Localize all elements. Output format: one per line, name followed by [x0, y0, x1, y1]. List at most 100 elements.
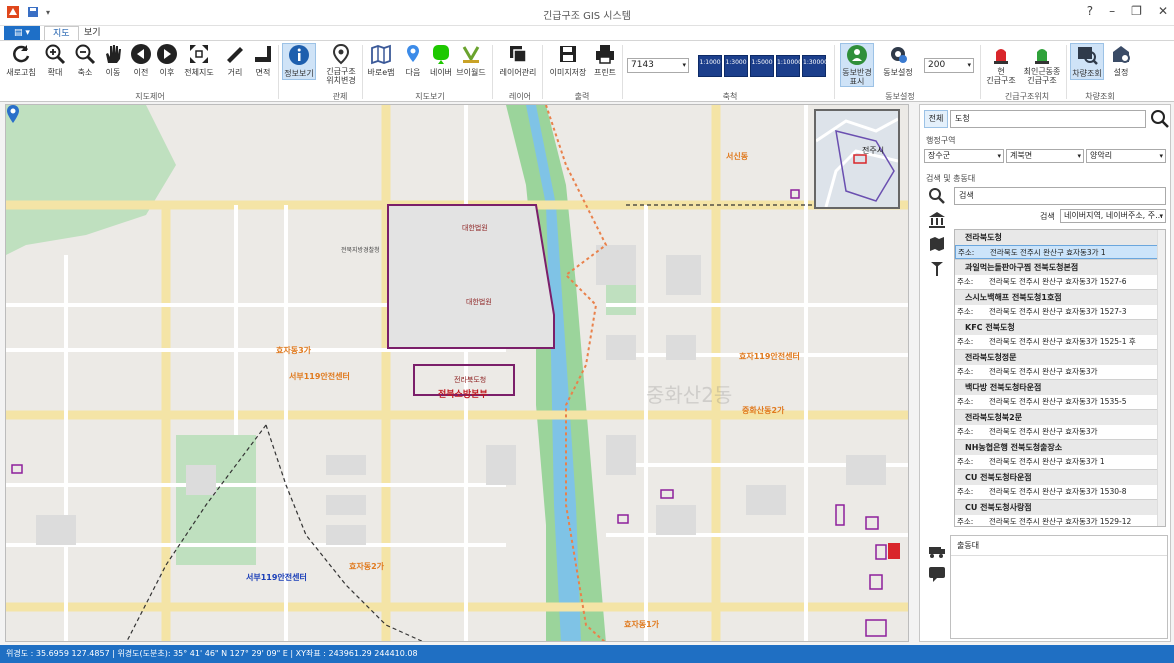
- ribbon-divider: [1066, 45, 1067, 99]
- tab-all[interactable]: 전체: [924, 110, 948, 128]
- fire-truck-icon[interactable]: [928, 541, 946, 559]
- daum-map-button[interactable]: 다음: [398, 43, 428, 78]
- map-label-dong3: 효자동3가: [276, 346, 312, 355]
- close-icon[interactable]: ✕: [1158, 4, 1168, 18]
- prev-label: 이전: [133, 68, 149, 77]
- layer-manage-button[interactable]: 레이어관리: [498, 43, 538, 78]
- admin-select-town[interactable]: 계북면 ▾: [1006, 149, 1084, 163]
- full-map-button[interactable]: 전체지도: [182, 43, 216, 78]
- minimize-icon[interactable]: –: [1109, 4, 1115, 18]
- zoom-out-label: 축소: [77, 68, 93, 77]
- save-image-button[interactable]: 이미지저장: [548, 43, 588, 78]
- nearest-rescue-button[interactable]: 최인근동종 긴급구조: [1020, 43, 1064, 85]
- area-icon: [255, 46, 271, 62]
- result-address-row[interactable]: 주소: 전라북도 전주시 완산구 효자동3가 1527-3: [955, 305, 1165, 319]
- list-item[interactable]: 과일먹는돌판아구찜 전북도청본점 주소: 전라북도 전주시 완산구 효자동3가 15…: [955, 260, 1165, 290]
- scale-5000-button[interactable]: 1:5000: [750, 55, 774, 77]
- siren-green-icon: [1035, 49, 1049, 64]
- map-label-station-west2[interactable]: 서부119안전센터: [246, 572, 307, 583]
- zoom-in-icon: [45, 44, 66, 65]
- admin-select-county-value: 장수군: [928, 151, 951, 160]
- admin-select-village[interactable]: 양악리 ▾: [1086, 149, 1166, 163]
- result-address: 전라북도 전주시 완산구 효자동3가: [989, 367, 1098, 376]
- search-type-value: 네이버지역, 네이버주소, 주...: [1064, 211, 1163, 220]
- list-item[interactable]: CU 전북도청사랑점 주소: 전라북도 전주시 완산구 효자동3가 1529-12: [955, 500, 1165, 526]
- result-address-row[interactable]: 주소: 전라북도 전주시 완산구 효자동3가 1535-5: [955, 395, 1165, 409]
- print-button[interactable]: 프린트: [590, 43, 620, 78]
- search-icon[interactable]: [1150, 109, 1170, 129]
- list-item[interactable]: 백다방 전북도청타운점 주소: 전라북도 전주시 완산구 효자동3가 1535-5: [955, 380, 1165, 410]
- bank-icon[interactable]: [928, 211, 946, 229]
- vworld-icon: [462, 46, 480, 63]
- base-map-button[interactable]: 바로e맵: [366, 43, 396, 78]
- scale-3000-button[interactable]: 1:3000: [724, 55, 748, 77]
- result-address: 전라북도 전주시 완산구 효자동3가 1530-8: [989, 487, 1127, 496]
- radius-display-button[interactable]: 동보반경 표시: [840, 43, 874, 87]
- refresh-button[interactable]: 새로고침: [6, 43, 36, 78]
- help-icon[interactable]: ?: [1087, 4, 1093, 18]
- result-address: 전라북도 전주시 완산구 효자동3가: [989, 427, 1098, 436]
- tab-map[interactable]: 지도: [44, 26, 79, 40]
- distance-button[interactable]: 거리: [220, 43, 250, 78]
- emergency-location-button[interactable]: 긴급구조 위치변경: [322, 43, 360, 85]
- scale-select[interactable]: 7143 ▾: [627, 58, 689, 73]
- search-results-list[interactable]: 전라북도청 주소: 전라북도 전주시 완산구 효자동3가 1 과일먹는돌판아구찜 전북…: [954, 229, 1166, 527]
- result-name: KFC 전북도청: [955, 320, 1165, 335]
- map-label-dong1: 효자동1가: [624, 620, 660, 629]
- search-type-select[interactable]: 네이버지역, 네이버주소, 주... ▾: [1060, 209, 1166, 223]
- file-menu-button[interactable]: ▤ ▾: [4, 26, 40, 40]
- park-area: [6, 105, 176, 255]
- scale-30000-button[interactable]: 1:30000: [802, 55, 828, 77]
- vehicle-search-button[interactable]: 차량조회: [1070, 43, 1104, 80]
- map-label-admin2: 대한법원: [466, 298, 492, 306]
- message-icon[interactable]: [928, 565, 946, 583]
- keyword-search-input[interactable]: 검색: [954, 187, 1166, 205]
- save-icon: [560, 46, 576, 62]
- pan-button[interactable]: 이동: [98, 43, 128, 78]
- map-view[interactable]: 전북소방본부 전라북도청 효자119안전센터 서부119안전센터 서부119안전…: [5, 104, 909, 642]
- zoom-in-button[interactable]: 확대: [40, 43, 70, 78]
- antenna-icon[interactable]: [928, 259, 946, 277]
- list-item[interactable]: CU 전북도청타운점 주소: 전라북도 전주시 완산구 효자동3가 1530-8: [955, 470, 1165, 500]
- results-scrollbar[interactable]: [1157, 230, 1165, 526]
- radius-select[interactable]: 200 ▾: [924, 58, 974, 73]
- map-canvas[interactable]: [6, 105, 909, 642]
- result-address-row[interactable]: 주소: 전라북도 전주시 완산구 효자동3가 1: [955, 455, 1165, 469]
- admin-select-county[interactable]: 장수군 ▾: [924, 149, 1004, 163]
- map-layer-icon[interactable]: [928, 235, 946, 253]
- search-icon[interactable]: [928, 187, 946, 205]
- map-label-station-west[interactable]: 서부119안전센터: [289, 371, 350, 382]
- list-item[interactable]: 전라북도청북2문 주소: 전라북도 전주시 완산구 효자동3가: [955, 410, 1165, 440]
- result-address-row[interactable]: 주소: 전라북도 전주시 완산구 효자동3가 1530-8: [955, 485, 1165, 499]
- result-address-row[interactable]: 주소: 전라북도 전주시 완산구 효자동3가 1: [955, 245, 1165, 259]
- result-address-row[interactable]: 주소: 전라북도 전주시 완산구 효자동3가 1525-1 후: [955, 335, 1165, 349]
- radius-setting-button[interactable]: 동보설정: [880, 43, 916, 78]
- map-label-hq-sub: 전라북도청: [454, 376, 487, 384]
- result-address-row[interactable]: 주소: 전라북도 전주시 완산구 효자동3가 1527-6: [955, 275, 1165, 289]
- overview-minimap[interactable]: 전주시: [814, 109, 900, 209]
- zoom-out-button[interactable]: 축소: [70, 43, 100, 78]
- result-address-row[interactable]: 주소: 전라북도 전주시 완산구 효자동3가 1529-12: [955, 515, 1165, 526]
- result-address-row[interactable]: 주소: 전라북도 전주시 완산구 효자동3가: [955, 365, 1165, 379]
- tab-view[interactable]: 보기: [76, 26, 109, 40]
- vworld-map-button[interactable]: 브이월드: [456, 43, 486, 78]
- naver-map-button[interactable]: 네이버: [426, 43, 456, 78]
- current-rescue-button[interactable]: 현 긴급구조: [984, 43, 1018, 85]
- info-button[interactable]: 정보보기: [282, 43, 316, 80]
- area-button[interactable]: 면적: [248, 43, 278, 78]
- scale-10000-button[interactable]: 1:10000: [776, 55, 802, 77]
- list-item[interactable]: KFC 전북도청 주소: 전라북도 전주시 완산구 효자동3가 1525-1 후: [955, 320, 1165, 350]
- setting-button[interactable]: 설정: [1106, 43, 1136, 78]
- current-rescue-label: 현 긴급구조: [986, 67, 1016, 85]
- panel-search-input[interactable]: 도청: [950, 110, 1146, 128]
- list-item[interactable]: NH농협은행 전북도청출장소 주소: 전라북도 전주시 완산구 효자동3가 1: [955, 440, 1165, 470]
- next-button[interactable]: 이후: [152, 43, 182, 78]
- location-pin-icon[interactable]: [6, 105, 20, 123]
- list-item[interactable]: 전라북도청 주소: 전라북도 전주시 완산구 효자동3가 1: [955, 230, 1165, 260]
- scale-1000-button[interactable]: 1:1000: [698, 55, 722, 77]
- list-item[interactable]: 스시노백해프 전북도청1호점 주소: 전라북도 전주시 완산구 효자동3가 1527…: [955, 290, 1165, 320]
- maximize-icon[interactable]: ❐: [1131, 4, 1142, 18]
- map-label-station-east[interactable]: 효자119안전센터: [739, 351, 800, 362]
- result-address-row[interactable]: 주소: 전라북도 전주시 완산구 효자동3가: [955, 425, 1165, 439]
- list-item[interactable]: 전라북도청정문 주소: 전라북도 전주시 완산구 효자동3가: [955, 350, 1165, 380]
